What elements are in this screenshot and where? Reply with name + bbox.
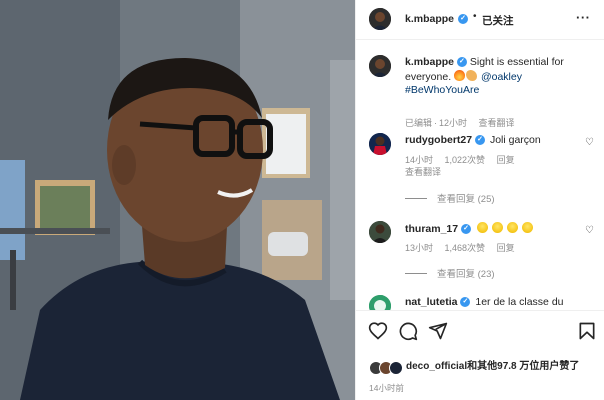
- caption-meta: 已编辑 · 12小时 查看翻译: [405, 116, 524, 129]
- author-username[interactable]: k.mbappe: [405, 13, 454, 25]
- comment-bubble-icon[interactable]: [398, 321, 418, 341]
- meta-dot: ·: [434, 118, 438, 128]
- edited-label: 已编辑: [405, 118, 433, 128]
- verified-badge-icon: ✓: [461, 224, 472, 235]
- commenter-username[interactable]: nat_lutetia: [405, 296, 458, 308]
- reply-button[interactable]: 回复: [497, 243, 515, 253]
- save-bookmark-icon[interactable]: [577, 321, 597, 341]
- commenter-username[interactable]: thuram_17: [405, 223, 458, 235]
- likes-text: deco_official和其他97.8 万位用户赞了: [406, 361, 596, 374]
- author-avatar[interactable]: [369, 8, 391, 30]
- post-photo: [0, 0, 355, 400]
- verified-badge-icon: ✓: [475, 135, 486, 146]
- comment-meta: 13小时 1,468次赞 回复: [405, 241, 524, 254]
- comment-likes-count[interactable]: 1,468次赞: [445, 243, 486, 253]
- comment-body: Joli garçon: [489, 134, 541, 146]
- comment-text: nat_lutetia ✓ 1er de la classe du: [405, 296, 580, 310]
- caption-username[interactable]: k.mbappe: [405, 56, 454, 68]
- reply-button[interactable]: 回复: [497, 155, 515, 165]
- comment-text: rudygobert27 ✓ Joli garçon: [405, 134, 580, 148]
- comment-time: 14小时: [405, 155, 434, 165]
- rolling-laughing-emoji-icon: [506, 222, 518, 233]
- rolling-laughing-emoji-icon: [521, 222, 533, 233]
- verified-badge-icon: ✓: [458, 14, 468, 24]
- more-options-icon[interactable]: ···: [576, 10, 591, 25]
- post-header: k.mbappe ✓ • 已关注 ···: [356, 0, 604, 40]
- liker-avatars[interactable]: [369, 361, 405, 375]
- view-replies-button[interactable]: 查看回复 (25): [405, 191, 495, 205]
- post-detail-panel: k.mbappe ✓ • 已关注 ··· k.mbappe ✓ Sight is…: [355, 0, 604, 400]
- caption-avatar[interactable]: [369, 55, 391, 77]
- commenter-avatar[interactable]: [369, 221, 391, 243]
- view-replies-label[interactable]: 查看回复 (23): [437, 266, 495, 280]
- commenter-avatar[interactable]: [369, 133, 391, 155]
- caption-hashtag-link[interactable]: #BeWhoYouAre: [405, 84, 479, 96]
- like-comment-heart-icon[interactable]: ♡: [585, 225, 594, 236]
- see-translation-link[interactable]: 查看翻译: [405, 167, 441, 177]
- fire-emoji-icon: [454, 69, 466, 81]
- caption-time: 12小时: [439, 118, 468, 128]
- flexed-biceps-emoji-icon: [466, 69, 478, 81]
- rolling-laughing-emoji-icon: [476, 222, 488, 233]
- liker-avatar: [389, 361, 403, 375]
- header-separator: •: [473, 11, 477, 22]
- comment-time: 13小时: [405, 243, 434, 253]
- see-translation-link[interactable]: 查看翻译: [479, 118, 515, 128]
- comment-translate-row: 查看翻译: [405, 165, 450, 178]
- replies-line: [405, 197, 427, 199]
- commenter-username[interactable]: rudygobert27: [405, 134, 472, 146]
- comment-likes-count[interactable]: 1,022次赞: [445, 155, 486, 165]
- comments-list[interactable]: k.mbappe ✓ Sight is essential for everyo…: [356, 41, 604, 310]
- following-button[interactable]: 已关注: [482, 13, 514, 28]
- like-comment-heart-icon[interactable]: ♡: [585, 137, 594, 148]
- portrait-image: [0, 0, 355, 400]
- comment-text: thuram_17 ✓: [405, 222, 580, 237]
- view-replies-button[interactable]: 查看回复 (23): [405, 266, 495, 280]
- like-heart-icon[interactable]: [368, 321, 388, 341]
- replies-line: [405, 272, 427, 274]
- post-time-ago[interactable]: 14小时前: [369, 382, 404, 394]
- likes-count-text[interactable]: 和其他97.8 万位用户赞了: [467, 361, 579, 372]
- view-replies-label[interactable]: 查看回复 (25): [437, 191, 495, 205]
- share-send-icon[interactable]: [428, 321, 448, 341]
- caption-mention-link[interactable]: @oakley: [481, 71, 522, 83]
- commenter-avatar[interactable]: [369, 295, 391, 310]
- rolling-laughing-emoji-icon: [491, 222, 503, 233]
- comment-body: 1er de la classe du: [475, 296, 564, 308]
- liker-username[interactable]: deco_official: [406, 361, 467, 372]
- verified-badge-icon: ✓: [460, 297, 471, 308]
- verified-badge-icon: ✓: [456, 57, 467, 68]
- caption-text: k.mbappe ✓ Sight is essential for everyo…: [405, 56, 580, 98]
